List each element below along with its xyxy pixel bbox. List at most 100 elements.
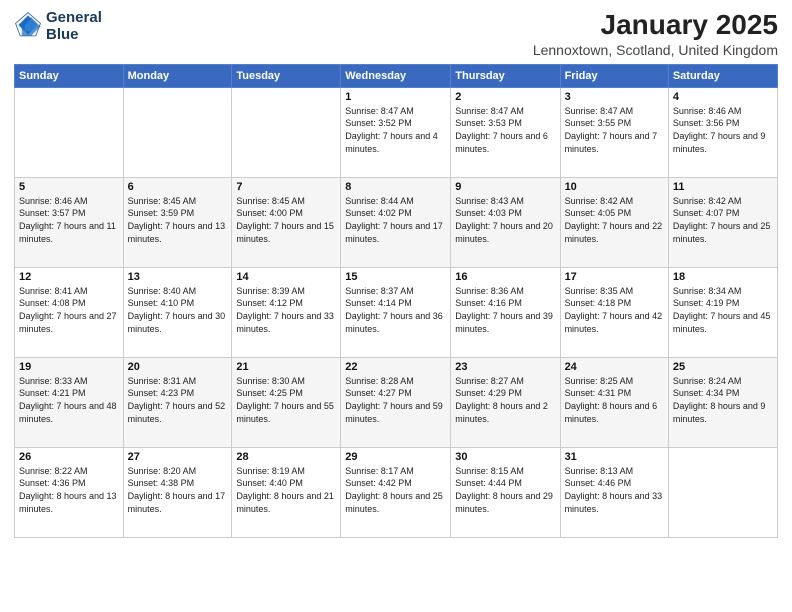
day-info: Sunrise: 8:13 AM Sunset: 4:46 PM Dayligh… xyxy=(565,465,664,515)
day-number: 3 xyxy=(565,91,664,103)
calendar-cell: 12 Sunrise: 8:41 AM Sunset: 4:08 PM Dayli… xyxy=(15,267,124,357)
day-number: 31 xyxy=(565,451,664,463)
calendar-cell: 5 Sunrise: 8:46 AM Sunset: 3:57 PM Daylig… xyxy=(15,177,124,267)
calendar-cell xyxy=(123,87,232,177)
calendar-cell: 3 Sunrise: 8:47 AM Sunset: 3:55 PM Daylig… xyxy=(560,87,668,177)
day-info: Sunrise: 8:19 AM Sunset: 4:40 PM Dayligh… xyxy=(236,465,336,515)
calendar-cell: 4 Sunrise: 8:46 AM Sunset: 3:56 PM Daylig… xyxy=(668,87,777,177)
calendar-cell: 28Sunrise: 8:19 AM Sunset: 4:40 PM Dayli… xyxy=(232,447,341,537)
day-number: 2 xyxy=(455,91,555,103)
page: General Blue January 2025 Lennoxtown, Sc… xyxy=(0,0,792,612)
calendar-cell: 19 Sunrise: 8:33 AM Sunset: 4:21 PM Dayli… xyxy=(15,357,124,447)
calendar-cell: 14Sunrise: 8:39 AM Sunset: 4:12 PM Dayli… xyxy=(232,267,341,357)
calendar-week-4: 19 Sunrise: 8:33 AM Sunset: 4:21 PM Dayli… xyxy=(15,357,778,447)
day-number: 20 xyxy=(128,361,228,373)
calendar-cell: 22 Sunrise: 8:28 AM Sunset: 4:27 PM Dayli… xyxy=(341,357,451,447)
day-number: 14 xyxy=(236,271,336,283)
logo-line2: Blue xyxy=(46,27,102,44)
calendar-cell: 30Sunrise: 8:15 AM Sunset: 4:44 PM Dayli… xyxy=(451,447,560,537)
day-info: Sunrise: 8:27 AM Sunset: 4:29 PM Dayligh… xyxy=(455,375,555,425)
calendar-cell: 9Sunrise: 8:43 AM Sunset: 4:03 PM Daylig… xyxy=(451,177,560,267)
header-tuesday: Tuesday xyxy=(232,64,341,87)
calendar-cell xyxy=(15,87,124,177)
day-number: 15 xyxy=(345,271,446,283)
day-info: Sunrise: 8:28 AM Sunset: 4:27 PM Dayligh… xyxy=(345,375,446,425)
calendar-cell: 29Sunrise: 8:17 AM Sunset: 4:42 PM Dayli… xyxy=(341,447,451,537)
calendar-cell: 21Sunrise: 8:30 AM Sunset: 4:25 PM Dayli… xyxy=(232,357,341,447)
calendar-week-1: 1Sunrise: 8:47 AM Sunset: 3:52 PM Daylig… xyxy=(15,87,778,177)
day-info: Sunrise: 8:15 AM Sunset: 4:44 PM Dayligh… xyxy=(455,465,555,515)
calendar-week-2: 5 Sunrise: 8:46 AM Sunset: 3:57 PM Daylig… xyxy=(15,177,778,267)
header-monday: Monday xyxy=(123,64,232,87)
header: General Blue January 2025 Lennoxtown, Sc… xyxy=(14,10,778,58)
header-wednesday: Wednesday xyxy=(341,64,451,87)
day-info: Sunrise: 8:47 AM Sunset: 3:53 PM Dayligh… xyxy=(455,105,555,155)
day-number: 22 xyxy=(345,361,446,373)
calendar-cell xyxy=(668,447,777,537)
day-info: Sunrise: 8:43 AM Sunset: 4:03 PM Dayligh… xyxy=(455,195,555,245)
day-number: 27 xyxy=(128,451,228,463)
day-number: 24 xyxy=(565,361,664,373)
calendar-cell: 25 Sunrise: 8:24 AM Sunset: 4:34 PM Dayli… xyxy=(668,357,777,447)
day-number: 26 xyxy=(19,451,119,463)
day-info: Sunrise: 8:46 AM Sunset: 3:57 PM Dayligh… xyxy=(19,195,119,245)
day-info: Sunrise: 8:42 AM Sunset: 4:05 PM Dayligh… xyxy=(565,195,664,245)
calendar-cell xyxy=(232,87,341,177)
day-info: Sunrise: 8:45 AM Sunset: 4:00 PM Dayligh… xyxy=(236,195,336,245)
day-number: 5 xyxy=(19,181,119,193)
day-info: Sunrise: 8:40 AM Sunset: 4:10 PM Dayligh… xyxy=(128,285,228,335)
calendar-cell: 17Sunrise: 8:35 AM Sunset: 4:18 PM Dayli… xyxy=(560,267,668,357)
title-block: January 2025 Lennoxtown, Scotland, Unite… xyxy=(533,10,778,58)
day-number: 13 xyxy=(128,271,228,283)
calendar-cell: 13 Sunrise: 8:40 AM Sunset: 4:10 PM Dayli… xyxy=(123,267,232,357)
calendar-cell: 23 Sunrise: 8:27 AM Sunset: 4:29 PM Dayli… xyxy=(451,357,560,447)
calendar-cell: 31 Sunrise: 8:13 AM Sunset: 4:46 PM Dayli… xyxy=(560,447,668,537)
day-info: Sunrise: 8:42 AM Sunset: 4:07 PM Dayligh… xyxy=(673,195,773,245)
day-number: 11 xyxy=(673,181,773,193)
logo: General Blue xyxy=(14,10,102,43)
day-info: Sunrise: 8:47 AM Sunset: 3:55 PM Dayligh… xyxy=(565,105,664,155)
day-info: Sunrise: 8:25 AM Sunset: 4:31 PM Dayligh… xyxy=(565,375,664,425)
day-info: Sunrise: 8:46 AM Sunset: 3:56 PM Dayligh… xyxy=(673,105,773,155)
calendar-cell: 20Sunrise: 8:31 AM Sunset: 4:23 PM Dayli… xyxy=(123,357,232,447)
weekday-header-row: Sunday Monday Tuesday Wednesday Thursday… xyxy=(15,64,778,87)
day-number: 8 xyxy=(345,181,446,193)
day-info: Sunrise: 8:44 AM Sunset: 4:02 PM Dayligh… xyxy=(345,195,446,245)
calendar-cell: 26Sunrise: 8:22 AM Sunset: 4:36 PM Dayli… xyxy=(15,447,124,537)
calendar-cell: 16Sunrise: 8:36 AM Sunset: 4:16 PM Dayli… xyxy=(451,267,560,357)
calendar-cell: 8 Sunrise: 8:44 AM Sunset: 4:02 PM Daylig… xyxy=(341,177,451,267)
day-info: Sunrise: 8:37 AM Sunset: 4:14 PM Dayligh… xyxy=(345,285,446,335)
location: Lennoxtown, Scotland, United Kingdom xyxy=(533,42,778,58)
header-sunday: Sunday xyxy=(15,64,124,87)
calendar-cell: 18 Sunrise: 8:34 AM Sunset: 4:19 PM Dayli… xyxy=(668,267,777,357)
day-info: Sunrise: 8:45 AM Sunset: 3:59 PM Dayligh… xyxy=(128,195,228,245)
day-info: Sunrise: 8:24 AM Sunset: 4:34 PM Dayligh… xyxy=(673,375,773,425)
day-info: Sunrise: 8:33 AM Sunset: 4:21 PM Dayligh… xyxy=(19,375,119,425)
calendar-cell: 1Sunrise: 8:47 AM Sunset: 3:52 PM Daylig… xyxy=(341,87,451,177)
day-number: 19 xyxy=(19,361,119,373)
day-number: 4 xyxy=(673,91,773,103)
calendar: Sunday Monday Tuesday Wednesday Thursday… xyxy=(14,64,778,538)
calendar-cell: 27Sunrise: 8:20 AM Sunset: 4:38 PM Dayli… xyxy=(123,447,232,537)
day-number: 6 xyxy=(128,181,228,193)
day-number: 23 xyxy=(455,361,555,373)
calendar-cell: 6 Sunrise: 8:45 AM Sunset: 3:59 PM Daylig… xyxy=(123,177,232,267)
calendar-cell: 7Sunrise: 8:45 AM Sunset: 4:00 PM Daylig… xyxy=(232,177,341,267)
day-info: Sunrise: 8:47 AM Sunset: 3:52 PM Dayligh… xyxy=(345,105,446,155)
month-title: January 2025 xyxy=(533,10,778,41)
day-number: 18 xyxy=(673,271,773,283)
calendar-cell: 2 Sunrise: 8:47 AM Sunset: 3:53 PM Daylig… xyxy=(451,87,560,177)
calendar-cell: 24 Sunrise: 8:25 AM Sunset: 4:31 PM Dayli… xyxy=(560,357,668,447)
day-info: Sunrise: 8:30 AM Sunset: 4:25 PM Dayligh… xyxy=(236,375,336,425)
calendar-week-5: 26Sunrise: 8:22 AM Sunset: 4:36 PM Dayli… xyxy=(15,447,778,537)
day-info: Sunrise: 8:35 AM Sunset: 4:18 PM Dayligh… xyxy=(565,285,664,335)
day-info: Sunrise: 8:34 AM Sunset: 4:19 PM Dayligh… xyxy=(673,285,773,335)
header-thursday: Thursday xyxy=(451,64,560,87)
day-number: 10 xyxy=(565,181,664,193)
calendar-cell: 11 Sunrise: 8:42 AM Sunset: 4:07 PM Dayli… xyxy=(668,177,777,267)
day-info: Sunrise: 8:41 AM Sunset: 4:08 PM Dayligh… xyxy=(19,285,119,335)
day-number: 25 xyxy=(673,361,773,373)
logo-icon xyxy=(14,11,42,39)
header-saturday: Saturday xyxy=(668,64,777,87)
day-number: 12 xyxy=(19,271,119,283)
